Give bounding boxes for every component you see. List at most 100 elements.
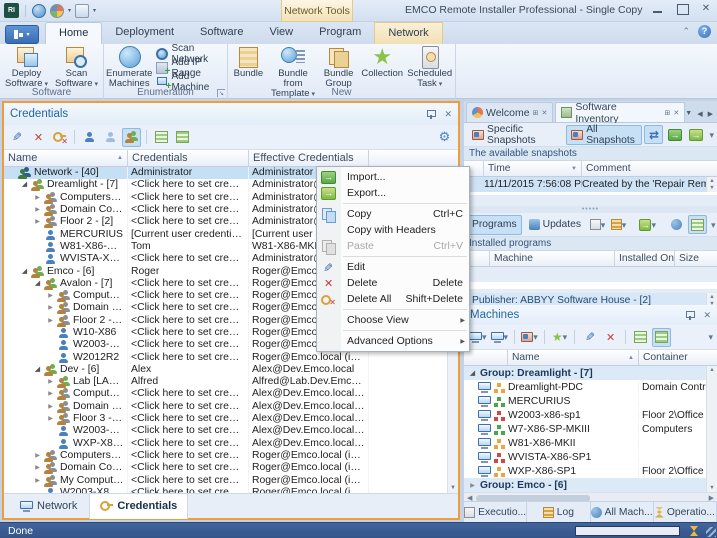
menu-item[interactable] (343, 330, 467, 331)
maximize-button[interactable] (675, 3, 689, 15)
expander-icon[interactable] (33, 450, 42, 462)
updates-tab-button[interactable]: Updates (524, 215, 586, 235)
delete-credentials-button[interactable] (29, 128, 48, 147)
flat-view-button[interactable] (688, 215, 707, 234)
machine-row[interactable]: W81-X86-MKII (464, 436, 717, 450)
machine-row[interactable]: MERCURIUS (464, 394, 717, 408)
expander-icon[interactable] (33, 462, 42, 474)
machine-row[interactable]: W7-X86-SP-MKIII Computers (464, 422, 717, 436)
machines-group-row[interactable]: Group: Emco - [6] (464, 478, 717, 492)
application-menu-button[interactable]: ▾ (5, 25, 39, 44)
expander-icon[interactable] (33, 475, 42, 487)
delete-machine-button[interactable] (601, 328, 620, 347)
tab-welcome[interactable]: Welcome ⊞ ✕ (466, 102, 553, 122)
toolbar-overflow-icon[interactable] (708, 331, 713, 343)
pin-icon[interactable] (685, 310, 694, 321)
snapshot-row[interactable]: 11/11/2015 7:56:08 PM Created by the 'Re… (464, 177, 717, 192)
splitter-handle[interactable]: ••••• (464, 206, 717, 213)
close-button[interactable]: ✕ (699, 3, 713, 15)
pin-icon[interactable]: ⊞ (665, 109, 671, 117)
ribbon-tab[interactable]: Program (306, 22, 374, 44)
bundle-button[interactable]: Bundle (230, 45, 267, 85)
group-view-button[interactable] (667, 215, 686, 234)
tools-button[interactable] (609, 215, 628, 234)
footer-tab[interactable]: Log (527, 502, 590, 522)
bundle-group-button[interactable]: Bundle Group (319, 45, 358, 85)
column-header-container[interactable]: Container (639, 350, 717, 365)
compare-snapshots-button[interactable] (644, 125, 663, 144)
deploy-software-button[interactable]: Deploy Software (2, 45, 51, 85)
show-users-button[interactable] (80, 128, 99, 147)
menu-item[interactable]: Advanced Options (317, 333, 469, 349)
edit-credentials-button[interactable] (8, 128, 27, 147)
expander-icon[interactable] (468, 482, 477, 489)
table-row[interactable]: Floor 3 - [2] <Click here to set credent… (4, 413, 458, 425)
toolbar-overflow-icon[interactable] (709, 129, 714, 141)
expander-icon[interactable] (20, 179, 29, 191)
ribbon-tab[interactable]: View (256, 22, 306, 44)
network-sphere-icon[interactable] (32, 4, 46, 18)
expander-icon[interactable] (46, 315, 55, 327)
pin-icon[interactable]: ⊞ (533, 109, 539, 117)
column-header-credentials[interactable]: Credentials (128, 150, 249, 166)
table-row[interactable]: WXP-X86-MKII <Click here to set credenti… (4, 438, 458, 450)
resize-grip[interactable] (706, 527, 716, 537)
column-header-comment[interactable]: Comment (582, 161, 717, 176)
close-panel-icon[interactable]: ✕ (703, 310, 711, 321)
table-row[interactable]: Computers - [1] <Click here to set crede… (4, 388, 458, 400)
help-icon[interactable]: ? (698, 25, 711, 38)
ribbon-tab[interactable]: Network (374, 22, 442, 44)
tab-network[interactable]: Network (10, 494, 87, 519)
footer-tab[interactable]: Operatio... (654, 502, 717, 522)
pin-icon[interactable] (426, 109, 435, 120)
scan-software-button[interactable]: Scan Software (52, 45, 101, 85)
export-snapshot-button[interactable] (686, 125, 705, 144)
tab-list-dropdown-icon[interactable]: ▼ (685, 110, 692, 118)
machine-row[interactable]: WVISTA-X86-SP1 (464, 450, 717, 464)
palette-dropdown-icon[interactable]: ▾ (68, 7, 71, 14)
delete-all-credentials-button[interactable]: ✕ (50, 128, 69, 147)
show-inactive-users-button[interactable] (101, 128, 120, 147)
expander-icon[interactable] (20, 266, 29, 278)
expander-icon[interactable] (33, 192, 42, 204)
column-header-name[interactable]: Name ▲ (508, 350, 639, 365)
detail-view-button[interactable] (652, 328, 671, 347)
machine-scan-button[interactable] (490, 328, 510, 347)
menu-item[interactable]: Edit (317, 259, 469, 275)
ribbon-tab[interactable]: Home (45, 22, 102, 44)
scroll-tabs-left-icon[interactable]: ◀ (697, 110, 702, 118)
view-detail-button[interactable] (173, 128, 192, 147)
table-row[interactable]: Domain Controllers ... <Click here to se… (4, 462, 458, 474)
menu-item[interactable]: Paste Ctrl+V (317, 238, 469, 254)
settings-button[interactable] (435, 128, 454, 147)
table-row[interactable]: W2003-X86-SP1 <Click here to set credent… (4, 487, 458, 493)
expander-icon[interactable] (46, 401, 55, 413)
app-icon[interactable]: RI (4, 3, 19, 18)
close-tab-icon[interactable]: ✕ (673, 109, 679, 117)
expander-icon[interactable] (46, 388, 55, 400)
tab-credentials[interactable]: Credentials (89, 494, 188, 519)
group-view-button[interactable] (631, 328, 650, 347)
menu-item[interactable]: Delete Delete (317, 275, 469, 291)
expander-icon[interactable] (46, 302, 55, 314)
table-row[interactable]: Domain Controllers ... <Click here to se… (4, 401, 458, 413)
ribbon-tab[interactable]: Software (187, 22, 256, 44)
column-header-machine[interactable]: Machine (490, 251, 615, 266)
toolbar-overflow-icon[interactable] (711, 219, 716, 231)
snapshot-button[interactable] (520, 328, 539, 347)
machine-actions-button[interactable] (468, 328, 488, 347)
vertical-scrollbar[interactable]: ▲▼ (706, 366, 717, 492)
table-row[interactable]: W2012R2 <Click here to set credentials> … (4, 351, 458, 363)
close-tab-icon[interactable]: ✕ (541, 109, 547, 117)
favorites-button[interactable]: ★ (550, 328, 569, 347)
display-icon[interactable] (75, 4, 89, 18)
theme-palette-icon[interactable] (50, 4, 64, 18)
menu-item[interactable]: Copy with Headers (317, 222, 469, 238)
menu-item[interactable] (343, 203, 467, 204)
collection-button[interactable]: ★ Collection (359, 45, 406, 85)
menu-item[interactable] (343, 309, 467, 310)
table-row[interactable]: Lab [LABORATO... Alfred Alfred@Lab.Dev.E… (4, 376, 458, 388)
collapse-ribbon-icon[interactable]: ⌃ (682, 26, 690, 37)
expander-icon[interactable] (33, 216, 42, 228)
dialog-launcher-icon[interactable]: ↘ (217, 89, 225, 97)
